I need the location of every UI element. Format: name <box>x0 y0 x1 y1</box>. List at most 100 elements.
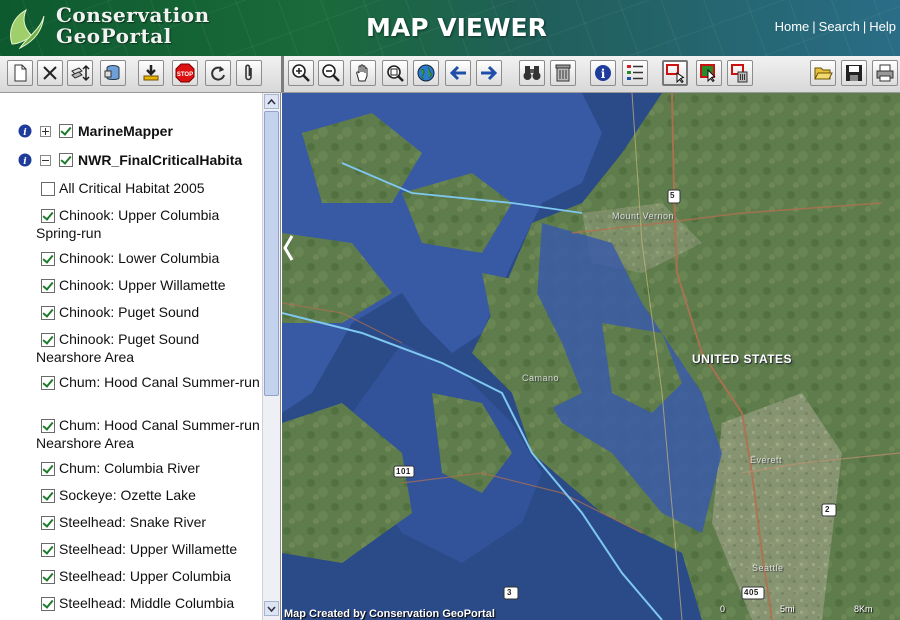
group-checkbox[interactable] <box>59 153 73 167</box>
app-header: Conservation GeoPortal MAP VIEWER Home | S… <box>0 0 900 56</box>
zoom-in-icon <box>292 64 310 82</box>
open-button[interactable] <box>810 60 836 86</box>
print-button[interactable] <box>872 60 898 86</box>
group-label[interactable]: NWR_FinalCriticalHabita <box>78 152 242 168</box>
layer-item[interactable]: Steelhead: Middle Columbia <box>36 594 262 612</box>
select-rectangle-button[interactable] <box>662 60 688 86</box>
country-label: UNITED STATES <box>692 352 793 366</box>
add-layer-button[interactable] <box>138 60 164 86</box>
place-label: Mount Vernon <box>612 211 675 221</box>
layer-checkbox[interactable] <box>41 209 55 223</box>
page-title: MAP VIEWER <box>366 13 547 42</box>
select-rectangle-icon <box>666 64 685 83</box>
layer-item[interactable]: Chinook: Lower Columbia <box>36 249 262 267</box>
back-arrow-icon <box>449 65 466 81</box>
scroll-up-button[interactable] <box>264 94 279 109</box>
pan-button[interactable] <box>350 60 376 86</box>
layer-checkbox[interactable] <box>41 489 55 503</box>
layer-item[interactable]: Steelhead: Upper Willamette <box>36 540 262 558</box>
layer-checkbox[interactable] <box>41 252 55 266</box>
salmon-logo-icon <box>10 8 45 50</box>
layer-checkbox[interactable] <box>41 419 55 433</box>
toolbar-divider <box>281 56 284 92</box>
add-layer-icon <box>143 65 159 81</box>
layer-item[interactable]: Chum: Hood Canal Summer-run Nearshore Ar… <box>36 416 262 452</box>
layer-checkbox[interactable] <box>41 462 55 476</box>
map-credit: Map Created by Conservation GeoPortal <box>284 608 495 620</box>
new-map-button[interactable] <box>7 60 33 86</box>
scroll-down-button[interactable] <box>264 601 279 616</box>
layer-label: Steelhead: Snake River <box>59 514 207 530</box>
layer-checkbox[interactable] <box>41 597 55 611</box>
forward-button[interactable] <box>476 60 502 86</box>
expand-toggle[interactable] <box>40 125 51 137</box>
layer-item[interactable]: Chum: Hood Canal Summer-run <box>36 373 262 391</box>
layer-label: Chinook: Upper Columbia Spring-run <box>36 207 220 241</box>
clear-icon <box>555 64 571 82</box>
clear-button[interactable] <box>550 60 576 86</box>
info-icon[interactable]: i <box>18 124 32 138</box>
full-extent-button[interactable] <box>413 60 439 86</box>
shield-label: 5 <box>670 191 675 200</box>
layer-checkbox[interactable] <box>41 306 55 320</box>
layer-label: Chum: Hood Canal Summer-run Nearshore Ar… <box>36 417 260 451</box>
legend-button[interactable] <box>622 60 648 86</box>
layer-label: Chinook: Upper Willamette <box>59 277 226 293</box>
zoom-in-button[interactable] <box>288 60 314 86</box>
pan-left-arrow-icon[interactable] <box>282 233 296 263</box>
svg-text:STOP: STOP <box>177 72 193 78</box>
svg-text:i: i <box>23 157 27 167</box>
group-checkbox[interactable] <box>59 124 73 138</box>
refresh-icon <box>211 66 225 81</box>
nav-search-link[interactable]: Search <box>819 19 860 34</box>
select-features-button[interactable] <box>696 60 722 86</box>
layer-checkbox[interactable] <box>41 516 55 530</box>
layer-panel: i MarineMapper i NWR_FinalCriticalHabita… <box>0 93 281 620</box>
layer-item[interactable]: Sockeye: Ozette Lake <box>36 486 262 504</box>
refresh-button[interactable] <box>205 60 231 86</box>
zoom-extent-button[interactable] <box>382 60 408 86</box>
layer-panel-scrollbar[interactable] <box>262 93 280 620</box>
nav-help-link[interactable]: Help <box>869 19 896 34</box>
zoom-out-button[interactable] <box>318 60 344 86</box>
portal-logo-text[interactable]: Conservation GeoPortal <box>56 5 210 47</box>
collapse-toggle[interactable] <box>40 154 51 166</box>
close-button[interactable] <box>37 60 63 86</box>
forward-arrow-icon <box>481 65 498 81</box>
layer-checkbox[interactable] <box>41 376 55 390</box>
layer-item[interactable]: All Critical Habitat 2005 <box>36 179 262 197</box>
find-button[interactable] <box>519 60 545 86</box>
save-button[interactable] <box>841 60 867 86</box>
stop-button[interactable]: STOP <box>172 60 198 86</box>
layer-checkbox[interactable] <box>41 333 55 347</box>
layer-item[interactable]: Steelhead: Snake River <box>36 513 262 531</box>
layer-checkbox[interactable] <box>41 182 55 196</box>
layer-item[interactable]: Chinook: Upper Willamette <box>36 276 262 294</box>
info-icon[interactable]: i <box>18 153 32 167</box>
layer-item[interactable]: Chinook: Upper Columbia Spring-run <box>36 206 262 242</box>
group-label[interactable]: MarineMapper <box>78 123 173 139</box>
nav-home-link[interactable]: Home <box>775 19 810 34</box>
delete-selection-button[interactable] <box>727 60 753 86</box>
layer-order-button[interactable] <box>67 60 93 86</box>
globe-icon <box>417 64 435 82</box>
layer-checkbox[interactable] <box>41 543 55 557</box>
layer-checkbox[interactable] <box>41 570 55 584</box>
find-binoculars-icon <box>523 66 541 80</box>
nav-separator: | <box>812 19 816 34</box>
layer-item[interactable]: Chinook: Puget Sound Nearshore Area <box>36 330 262 366</box>
attach-button[interactable] <box>236 60 262 86</box>
scroll-thumb[interactable] <box>264 111 279 396</box>
place-label: Seattle <box>752 563 784 573</box>
layer-list: i MarineMapper i NWR_FinalCriticalHabita… <box>0 93 262 620</box>
layer-checkbox[interactable] <box>41 279 55 293</box>
layer-item[interactable]: Chinook: Puget Sound <box>36 303 262 321</box>
layer-item[interactable]: Chum: Columbia River <box>36 459 262 477</box>
identify-button[interactable]: i <box>590 60 616 86</box>
layer-label: Chinook: Puget Sound Nearshore Area <box>36 331 200 365</box>
database-button[interactable] <box>100 60 126 86</box>
map-canvas[interactable]: 5 101 2 3 405 UNITED STATES Mount Vernon… <box>282 93 900 620</box>
layer-item[interactable]: Steelhead: Upper Columbia <box>36 567 262 585</box>
back-button[interactable] <box>445 60 471 86</box>
select-icon <box>700 64 716 83</box>
